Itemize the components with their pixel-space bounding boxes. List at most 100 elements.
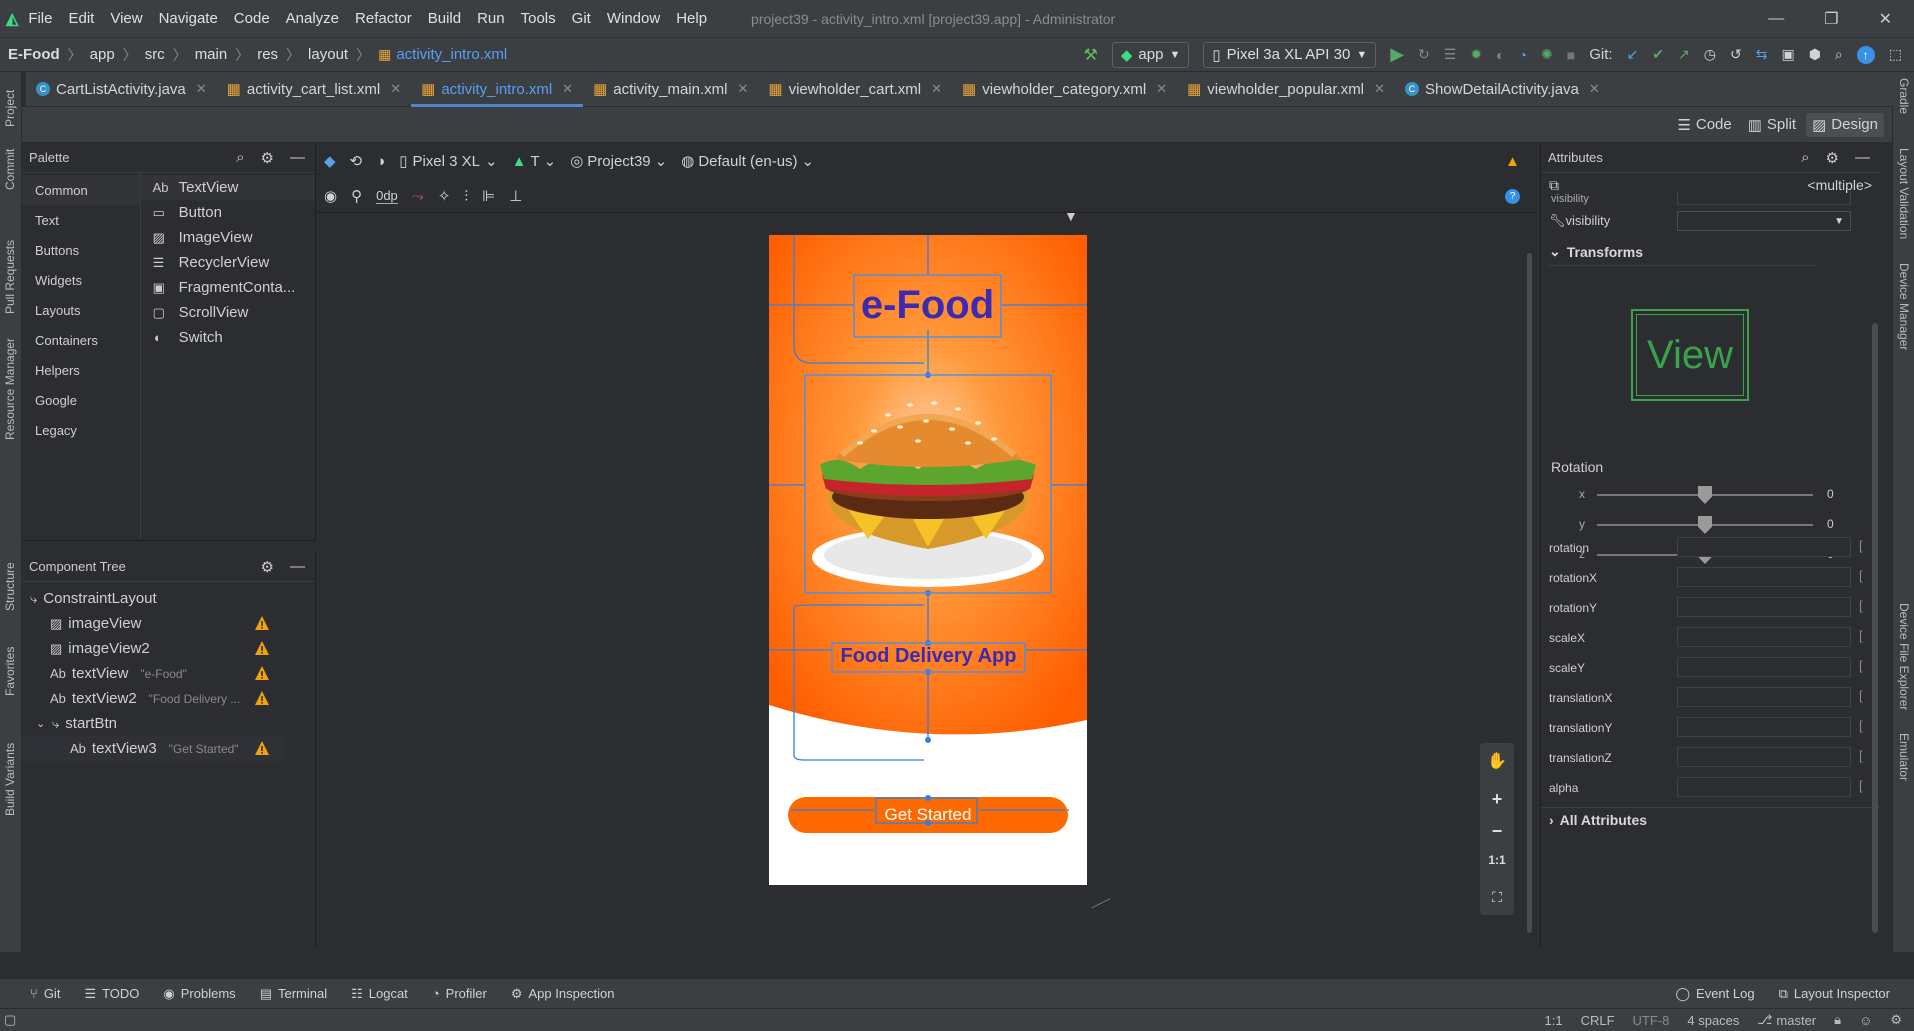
caret-position[interactable]: 1:1 [1545, 1013, 1563, 1028]
all-attributes-header[interactable]: › All Attributes [1541, 807, 1880, 831]
search-icon[interactable]: ⌕ [236, 149, 244, 167]
left-stripe-favorites[interactable]: Favorites [3, 647, 17, 696]
close-tab-icon[interactable]: ✕ [562, 81, 573, 97]
gear-icon[interactable]: ⚙ [1826, 149, 1839, 167]
palette-category-google[interactable]: Google [22, 385, 140, 415]
coverage-icon[interactable]: ✺ [1541, 46, 1553, 63]
left-stripe-commit[interactable]: Commit [3, 149, 17, 190]
pan-hand-icon[interactable]: ✋ [1480, 743, 1514, 771]
zoom-in-button[interactable]: + [1480, 789, 1514, 810]
minimize-icon[interactable]: — [290, 149, 305, 167]
visibility-top-field[interactable] [1677, 191, 1851, 205]
close-tab-icon[interactable]: ✕ [196, 81, 207, 97]
tab-viewholder-category-xml[interactable]: ▦ viewholder_category.xml ✕ [952, 72, 1177, 107]
indent-setting[interactable]: 4 spaces [1687, 1013, 1739, 1028]
git-push-icon[interactable]: ↗ [1678, 46, 1690, 63]
attr-field-rotationx[interactable] [1677, 567, 1851, 587]
orientation-icon[interactable]: ⟲ [350, 152, 363, 170]
menu-run[interactable]: Run [477, 10, 505, 27]
device-config-select[interactable]: ▯ Pixel 3 XL ⌄ [399, 152, 497, 171]
menu-edit[interactable]: Edit [68, 10, 94, 27]
attr-field-scaley[interactable] [1677, 657, 1851, 677]
tool-window-logcat[interactable]: ☷ Logcat [351, 986, 408, 1002]
warning-icon[interactable] [254, 690, 270, 706]
zoom-to-fit-icon[interactable]: ⛶ [1480, 889, 1514, 906]
run-config-select[interactable]: ◆ app ▼ [1111, 41, 1190, 68]
gear-icon[interactable]: ⚙ [261, 149, 274, 167]
close-tab-icon[interactable]: ✕ [737, 81, 748, 97]
palette-category-legacy[interactable]: Legacy [22, 415, 140, 445]
left-stripe-project[interactable]: Project [3, 90, 17, 127]
view-options-icon[interactable]: ◉ [324, 187, 337, 205]
rotation-y-thumb[interactable] [1698, 516, 1712, 534]
close-tab-icon[interactable]: ✕ [1589, 81, 1600, 97]
minimize-icon[interactable]: — [1855, 149, 1870, 167]
warning-icon[interactable] [254, 640, 270, 656]
close-tab-icon[interactable]: ✕ [1156, 81, 1167, 97]
device-manager-icon[interactable]: ▣ [1781, 46, 1794, 63]
layout-toggle-icon[interactable]: ▢ [4, 1012, 16, 1028]
run-icon[interactable]: ▶ [1390, 44, 1404, 65]
sdk-manager-icon[interactable]: ⬢ [1809, 46, 1821, 63]
left-stripe-structure[interactable]: Structure [3, 562, 17, 611]
device-preview[interactable]: e-Food Food Delivery App Get Started [769, 235, 1087, 885]
tree-row-startbtn[interactable]: ⌄ ⤷ startBtn [22, 711, 284, 736]
attr-field-rotationy[interactable] [1677, 597, 1851, 617]
attr-field-translationy[interactable] [1677, 717, 1851, 737]
file-encoding[interactable]: UTF-8 [1633, 1013, 1670, 1028]
tab-activity-cart-list-xml[interactable]: ▦ activity_cart_list.xml ✕ [217, 72, 411, 107]
transforms-section-header[interactable]: ⌄ Transforms [1549, 243, 1643, 260]
tab-showdetailactivity-java[interactable]: C ShowDetailActivity.java ✕ [1395, 72, 1610, 107]
breadcrumb-item[interactable]: main [195, 46, 228, 63]
menu-file[interactable]: File [28, 10, 52, 27]
git-update-icon[interactable]: ↙ [1627, 46, 1639, 63]
tab-viewholder-cart-xml[interactable]: ▦ viewholder_cart.xml ✕ [758, 72, 952, 107]
warning-icon[interactable]: ▲ [1505, 153, 1520, 170]
palette-component-imageview[interactable]: ▨ ImageView [141, 225, 315, 250]
attr-field-scalex[interactable] [1677, 627, 1851, 647]
menu-navigate[interactable]: Navigate [159, 10, 218, 27]
zoom-actual-button[interactable]: 1:1 [1480, 853, 1514, 867]
tool-window-terminal[interactable]: ▤ Terminal [260, 986, 327, 1002]
attr-field-alpha[interactable] [1677, 777, 1851, 797]
tree-row-textview2[interactable]: Ab textView2 "Food Delivery ... [22, 686, 284, 711]
search-icon[interactable]: ⌕ [1835, 46, 1843, 63]
app-title[interactable]: e-Food [854, 283, 1001, 328]
locale-select[interactable]: ◍ Default (en-us) ⌄ [681, 152, 814, 171]
menu-git[interactable]: Git [572, 10, 591, 27]
tab-cartlistactivity-java[interactable]: C CartListActivity.java ✕ [26, 72, 217, 107]
tab-activity-main-xml[interactable]: ▦ activity_main.xml ✕ [583, 72, 758, 107]
attr-field-translationx[interactable] [1677, 687, 1851, 707]
search-icon[interactable]: ⌕ [1801, 149, 1809, 167]
git-commit-icon[interactable]: ✔ [1652, 46, 1664, 63]
tree-row-imageview[interactable]: ▨ imageView [22, 611, 284, 636]
palette-category-helpers[interactable]: Helpers [22, 355, 140, 385]
align-icon[interactable]: ⊫ [482, 187, 495, 205]
tool-window-profiler[interactable]: ◔ Profiler [432, 986, 487, 1001]
device-select[interactable]: ▯ Pixel 3a XL API 30 ▼ [1203, 41, 1377, 68]
palette-category-text[interactable]: Text [22, 205, 140, 235]
menu-window[interactable]: Window [607, 10, 660, 27]
breadcrumb-item[interactable]: E-Food [8, 46, 60, 63]
help-icon[interactable]: ? [1505, 188, 1520, 204]
breadcrumb-item[interactable]: activity_intro.xml [396, 46, 507, 63]
right-stripe-layout-validation[interactable]: Layout Validation [1897, 148, 1911, 239]
split-mode-button[interactable]: ▥ Split [1742, 113, 1802, 137]
lock-icon[interactable]: 🔒︎ [1834, 1012, 1841, 1028]
palette-category-containers[interactable]: Containers [22, 325, 140, 355]
burger-image[interactable] [808, 379, 1048, 591]
guidelines-icon[interactable]: ⊥ [509, 187, 522, 205]
left-stripe-pull-requests[interactable]: Pull Requests [3, 240, 17, 314]
tool-window-git[interactable]: ⑂ Git [30, 986, 60, 1001]
design-mode-button[interactable]: ▨ Design [1806, 112, 1884, 137]
attach-debugger-icon[interactable]: ◐ [1496, 47, 1504, 63]
default-margin-select[interactable]: 0dp [376, 188, 398, 204]
restore-button[interactable]: ❐ [1824, 9, 1838, 29]
menu-code[interactable]: Code [234, 10, 270, 27]
code-mode-button[interactable]: ☰ Code [1671, 113, 1737, 137]
tool-window-event-log[interactable]: ◯ Event Log [1675, 986, 1754, 1002]
tab-activity-intro-xml[interactable]: ▦ activity_intro.xml ✕ [411, 72, 584, 107]
right-stripe-device-file-explorer[interactable]: Device File Explorer [1897, 603, 1911, 710]
menu-view[interactable]: View [110, 10, 142, 27]
gear-icon[interactable]: ⚙ [261, 558, 274, 576]
